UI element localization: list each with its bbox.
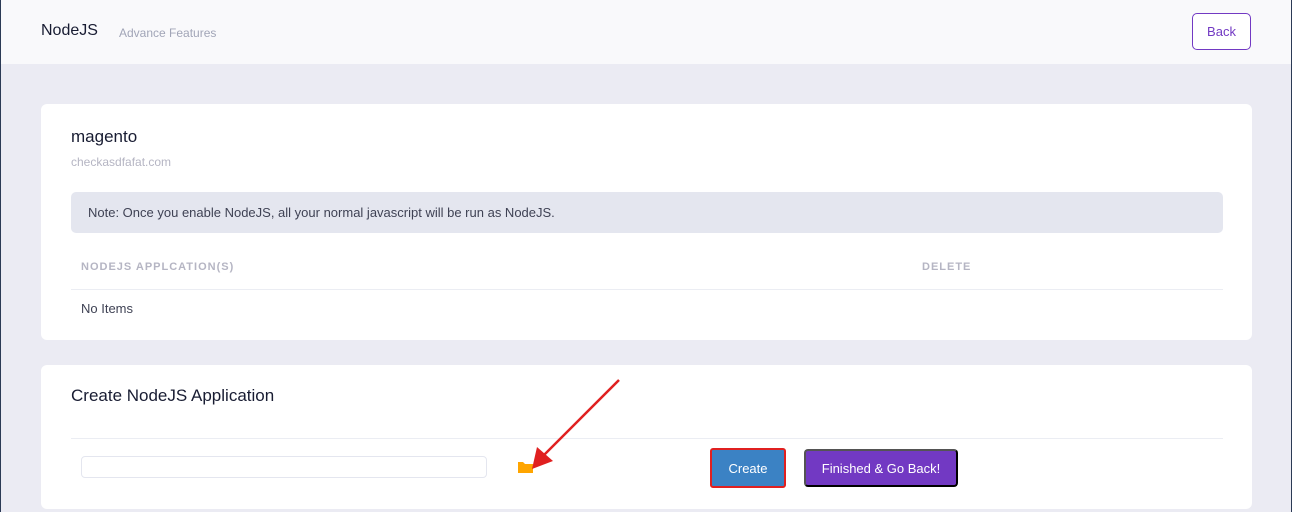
table-divider: [71, 289, 1223, 290]
page: NodeJS Advance Features Back magento che…: [0, 0, 1292, 512]
create-divider: [71, 438, 1223, 439]
site-card: magento checkasdfafat.com Note: Once you…: [41, 104, 1252, 340]
empty-table-message: No Items: [81, 301, 134, 316]
site-domain: checkasdfafat.com: [71, 155, 172, 169]
create-card: Create NodeJS Application Create Finishe…: [41, 365, 1252, 509]
note-banner: Note: Once you enable NodeJS, all your n…: [71, 192, 1223, 233]
top-bar: NodeJS Advance Features Back: [1, 0, 1291, 64]
create-section-title: Create NodeJS Application: [71, 386, 275, 405]
application-name-input[interactable]: [81, 456, 487, 478]
page-subtitle: Advance Features: [119, 26, 217, 40]
folder-icon[interactable]: [518, 460, 534, 473]
column-header-applications: NODEJS APPLCATION(S): [81, 261, 235, 273]
column-header-delete: DELETE: [922, 261, 972, 273]
back-button[interactable]: Back: [1192, 13, 1251, 50]
page-title: NodeJS: [41, 22, 98, 39]
create-button[interactable]: Create: [710, 448, 786, 488]
finished-go-back-button[interactable]: Finished & Go Back!: [804, 449, 958, 487]
site-name: magento: [71, 127, 138, 146]
